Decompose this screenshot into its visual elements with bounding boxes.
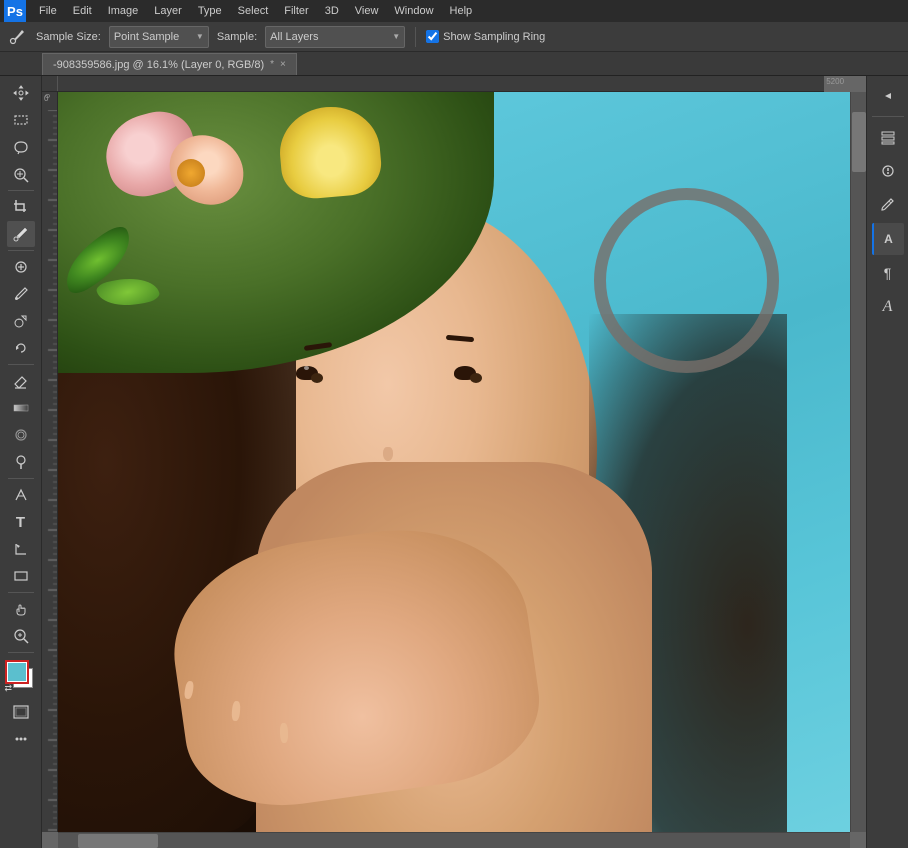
history-brush-button[interactable] <box>7 335 35 361</box>
zoom-tool-button[interactable] <box>7 623 35 649</box>
horizontal-scrollbar[interactable] <box>58 832 850 848</box>
ruler-horizontal <box>42 76 824 92</box>
tool-separator-2 <box>8 250 34 251</box>
hand-tool-button[interactable] <box>7 596 35 622</box>
healing-brush-button[interactable] <box>7 254 35 280</box>
eye-highlight-left <box>304 366 309 370</box>
color-swatches: ⇄ <box>3 660 39 696</box>
quick-select-button[interactable] <box>7 161 35 187</box>
show-sampling-ring-area: Show Sampling Ring <box>426 30 545 43</box>
screen-mode-button[interactable] <box>7 699 35 725</box>
tool-separator-6 <box>8 652 34 653</box>
options-divider <box>415 27 416 47</box>
text-tool-button[interactable]: T <box>7 509 35 535</box>
menu-window[interactable]: Window <box>387 0 440 22</box>
brush-tool-button[interactable] <box>7 281 35 307</box>
menu-type[interactable]: Type <box>191 0 229 22</box>
document-tab[interactable]: -908359586.jpg @ 16.1% (Layer 0, RGB/8) … <box>42 53 297 75</box>
canvas-image-area[interactable] <box>58 92 850 832</box>
flower-center-1 <box>177 159 205 187</box>
blur-tool-button[interactable] <box>7 422 35 448</box>
paragraph-icon: ¶ <box>884 265 892 281</box>
left-toolbar: T <box>0 76 42 848</box>
dodge-tool-button[interactable] <box>7 449 35 475</box>
paragraph-panel-button[interactable]: ¶ <box>872 257 904 289</box>
menu-3d[interactable]: 3D <box>318 0 346 22</box>
scrollbar-thumb-h[interactable] <box>78 834 158 848</box>
tab-bar: -908359586.jpg @ 16.1% (Layer 0, RGB/8) … <box>0 52 908 76</box>
right-panel-separator <box>872 116 904 117</box>
character-panel-button[interactable]: A <box>872 291 904 323</box>
tool-separator-5 <box>8 592 34 593</box>
tool-separator-3 <box>8 364 34 365</box>
menu-file[interactable]: File <box>32 0 64 22</box>
scrollbar-thumb-v[interactable] <box>852 112 866 172</box>
ruler-vertical: 0 <box>42 92 58 832</box>
ai-layers-icon: A <box>884 232 893 246</box>
menu-layer[interactable]: Layer <box>147 0 189 22</box>
ruler-tick-5200: 5200 <box>826 77 844 86</box>
rectangular-marquee-button[interactable] <box>7 107 35 133</box>
show-sampling-ring-label: Show Sampling Ring <box>443 31 545 43</box>
character-icon: A <box>883 298 893 316</box>
menu-help[interactable]: Help <box>443 0 480 22</box>
foreground-color-swatch[interactable] <box>7 662 27 682</box>
menu-edit[interactable]: Edit <box>66 0 99 22</box>
menu-filter[interactable]: Filter <box>277 0 315 22</box>
sampling-ring <box>594 188 779 373</box>
menu-image[interactable]: Image <box>101 0 146 22</box>
tab-modified-indicator: * <box>270 59 274 70</box>
sample-size-chevron-icon: ▼ <box>196 32 204 41</box>
gradient-tool-button[interactable] <box>7 395 35 421</box>
app-logo: Ps <box>4 0 26 22</box>
tab-close-button[interactable]: × <box>280 59 286 70</box>
menu-view[interactable]: View <box>348 0 386 22</box>
main-layout: T <box>0 76 908 848</box>
layer-comps-button[interactable] <box>872 121 904 153</box>
show-sampling-ring-checkbox[interactable] <box>426 30 439 43</box>
photo-container <box>58 92 850 832</box>
nose <box>383 447 393 461</box>
move-tool-button[interactable] <box>7 80 35 106</box>
sample-dropdown[interactable]: All Layers ▼ <box>265 26 405 48</box>
vertical-scrollbar[interactable] <box>850 92 866 832</box>
sample-chevron-icon: ▼ <box>392 32 400 41</box>
pen-tool-button[interactable] <box>7 482 35 508</box>
ruler-corner <box>42 76 58 92</box>
ruler-zero-label: 0 <box>44 94 48 103</box>
tool-separator-4 <box>8 478 34 479</box>
path-selection-button[interactable] <box>7 536 35 562</box>
tool-separator-1 <box>8 190 34 191</box>
finger-3 <box>279 723 288 743</box>
properties-button[interactable] <box>872 155 904 187</box>
collapse-panel-button[interactable] <box>872 80 904 112</box>
right-panel: A ¶ A <box>866 76 908 848</box>
sample-size-label: Sample Size: <box>36 31 101 43</box>
menu-bar: Ps File Edit Image Layer Type Select Fil… <box>0 0 908 22</box>
tab-filename: -908359586.jpg @ 16.1% (Layer 0, RGB/8) <box>53 59 264 71</box>
options-bar: Sample Size: Point Sample ▼ Sample: All … <box>0 22 908 52</box>
brush-settings-panel-button[interactable] <box>872 189 904 221</box>
sample-label: Sample: <box>217 31 257 43</box>
shape-tool-button[interactable] <box>7 563 35 589</box>
eyedropper-icon <box>6 26 28 48</box>
lasso-tool-button[interactable] <box>7 134 35 160</box>
sample-size-dropdown[interactable]: Point Sample ▼ <box>109 26 209 48</box>
canvas-area[interactable]: 0 <box>42 76 866 848</box>
clone-stamp-button[interactable] <box>7 308 35 334</box>
eraser-tool-button[interactable] <box>7 368 35 394</box>
menu-select[interactable]: Select <box>231 0 276 22</box>
crop-tool-button[interactable] <box>7 194 35 220</box>
iris-right <box>470 373 482 383</box>
ai-layers-button[interactable]: A <box>872 223 904 255</box>
extras-button[interactable] <box>7 726 35 752</box>
text-tool-icon: T <box>16 514 25 531</box>
swap-colors-icon[interactable]: ⇄ <box>5 683 13 694</box>
eyedropper-tool-button[interactable] <box>7 221 35 247</box>
